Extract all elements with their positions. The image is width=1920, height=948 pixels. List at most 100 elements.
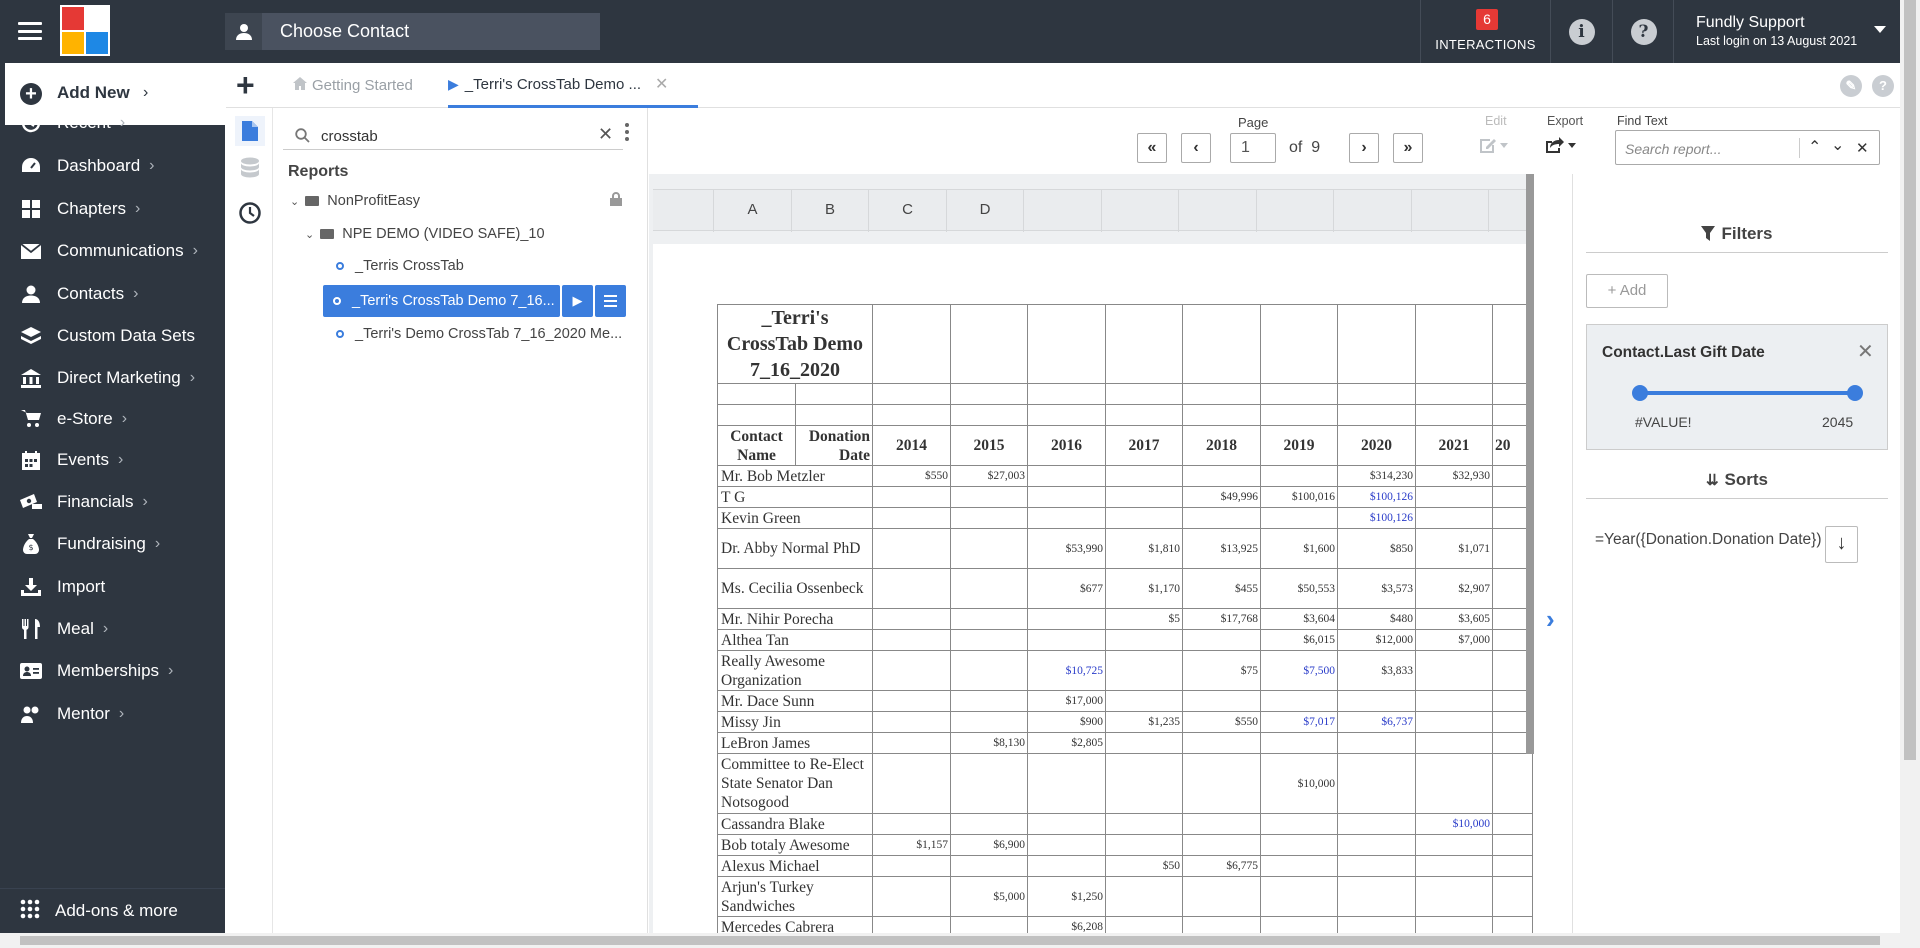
edit-icon[interactable] [1478,135,1510,160]
range-slider-low-handle[interactable] [1632,385,1648,401]
sidebar-item-custom-data-sets[interactable]: Custom Data Sets [0,316,225,356]
amount-cell [1260,876,1338,917]
choose-contact-field[interactable]: Choose Contact [225,13,600,50]
empty-cell [1105,304,1183,384]
addons-button[interactable]: Add-ons & more [0,888,225,933]
last-login: Last login on 13 August 2021 [1696,34,1858,48]
sidebar-item-recent[interactable]: Recent › [0,103,225,143]
amount-cell [1415,876,1493,917]
prev-page-button[interactable]: ‹ [1181,133,1211,163]
report-scrollbar[interactable] [1526,174,1534,754]
export-icon[interactable] [1544,135,1578,160]
find-text-input[interactable]: Search report... [1625,141,1722,157]
tree-report-demo-crosstab[interactable]: _Terri's Demo CrossTab 7_16_2020 Me... [336,326,622,342]
contact-name-cell: Mr. Bob Metzler [717,465,873,487]
tab-crosstab-demo[interactable]: ▶ _Terri's CrossTab Demo ... ✕ [448,63,698,108]
amount-cell: $53,990 [1027,528,1106,569]
column-header [1411,190,1488,232]
first-page-button[interactable]: « [1137,133,1167,163]
next-page-button[interactable]: › [1349,133,1379,163]
wrench-icon[interactable]: ✎ [1840,75,1862,97]
clear-search-icon[interactable]: ✕ [598,124,613,145]
scrollbar-thumb[interactable] [1904,0,1916,760]
table-row: Dr. Abby Normal PhD $53,990 $1,810 $13,925 $… [717,528,1533,569]
sidebar-item-contacts[interactable]: Contacts › [0,274,225,314]
sidebar-item-e-store[interactable]: e-Store › [0,399,225,439]
sort-direction-button[interactable]: ↓ [1825,526,1858,563]
interactions-button[interactable]: 6 INTERACTIONS [1420,0,1550,63]
edit-label: Edit [1485,114,1507,128]
horizontal-scrollbar[interactable] [0,933,1920,948]
tree-report-terris-crosstab[interactable]: _Terris CrossTab [336,258,464,274]
amount-cell: $850 [1337,528,1416,569]
range-slider-high-handle[interactable] [1847,385,1863,401]
page-scrollbar[interactable] [1900,0,1920,933]
clock-icon[interactable] [235,198,265,228]
sidebar-item-fundraising[interactable]: $ Fundraising › [0,524,225,564]
amount-cell [1415,834,1493,856]
page-count: of 9 [1289,139,1320,157]
amount-cell: $75 [1182,650,1261,691]
document-icon[interactable] [235,116,265,146]
find-next-icon[interactable]: ⌄ [1831,135,1844,155]
sidebar-item-communications[interactable]: Communications › [0,231,225,271]
addons-label: Add-ons & more [55,901,178,920]
app-logo[interactable] [60,5,110,56]
sidebar-item-label: Contacts [57,284,125,303]
find-close-icon[interactable]: ✕ [1856,139,1869,157]
help-icon-small[interactable]: ? [1872,75,1894,97]
scrollbar-thumb[interactable] [20,936,1880,945]
info-button[interactable]: i [1550,0,1612,63]
page-number-input[interactable]: 1 [1230,133,1276,163]
export-label: Export [1547,114,1584,128]
sidebar-item-events[interactable]: Events › [0,440,225,480]
user-menu[interactable]: Fundly Support Last login on 13 August 2… [1673,0,1920,63]
contact-name-cell: Committee to Re-Elect State Senator Dan … [717,753,873,814]
sidebar-item-meal[interactable]: Meal › [0,609,225,649]
new-tab-plus-icon[interactable]: + [236,69,255,101]
tree-folder-npe-demo[interactable]: ⌄ NPE DEMO (VIDEO SAFE)_10 [305,226,545,242]
sidebar-item-chapters[interactable]: Chapters › [0,189,225,229]
sidebar-item-memberships[interactable]: Memberships › [0,651,225,691]
close-tab-icon[interactable]: ✕ [655,74,668,94]
remove-filter-icon[interactable]: ✕ [1857,339,1874,364]
last-page-button[interactable]: » [1393,133,1423,163]
sidebar-item-dashboard[interactable]: Dashboard › [0,146,225,186]
amount-cell [1415,855,1493,877]
collapse-panel-strip: › [1534,174,1573,933]
empty-cell [872,304,951,384]
empty-cell [1182,383,1261,405]
range-slider-track[interactable] [1639,391,1854,395]
database-icon[interactable] [235,153,265,183]
contact-name-cell: Missy Jin [717,711,873,733]
help-button[interactable]: ? [1612,0,1674,63]
tree-folder-nonprofiteasy[interactable]: ⌄ NonProfitEasy [290,193,420,209]
report-dot-icon [336,262,344,271]
column-header: C [868,190,946,232]
empty-cell [1415,383,1493,405]
find-prev-icon[interactable]: ⌃ [1808,137,1821,157]
tab-getting-started[interactable]: Getting Started [293,63,413,108]
amount-cell [1027,507,1106,529]
amount-cell: $13,925 [1182,528,1261,569]
sidebar-item-financials[interactable]: Financials › [0,482,225,522]
folder-label: NPE DEMO (VIDEO SAFE)_10 [342,226,545,242]
tree-menu-icon[interactable] [625,120,631,144]
tree-search-field[interactable]: crosstab ✕ [283,116,623,150]
find-text-field[interactable]: Search report... ⌃ ⌄ ✕ [1615,130,1880,165]
tree-search-input[interactable]: crosstab [321,128,378,145]
run-report-button[interactable]: ▶ [562,285,593,317]
sidebar-item-mentor[interactable]: Mentor › [0,694,225,734]
sidebar-item-direct-marketing[interactable]: Direct Marketing › [0,358,225,398]
menu-icon[interactable] [18,22,42,40]
empty-cell [1182,304,1261,384]
sidebar-item-import[interactable]: Import [0,567,225,607]
tree-report-selected[interactable]: _Terri's CrossTab Demo 7_16... [323,285,560,317]
amount-cell: $7,500 [1260,650,1338,691]
add-filter-button[interactable]: + Add [1586,274,1668,308]
report-menu-button[interactable] [595,285,626,317]
chevron-right-icon[interactable]: › [1546,604,1555,635]
chevron-down-icon: ⌄ [305,229,315,241]
year-header: 2015 [950,425,1028,466]
plus-icon: + [20,83,42,105]
